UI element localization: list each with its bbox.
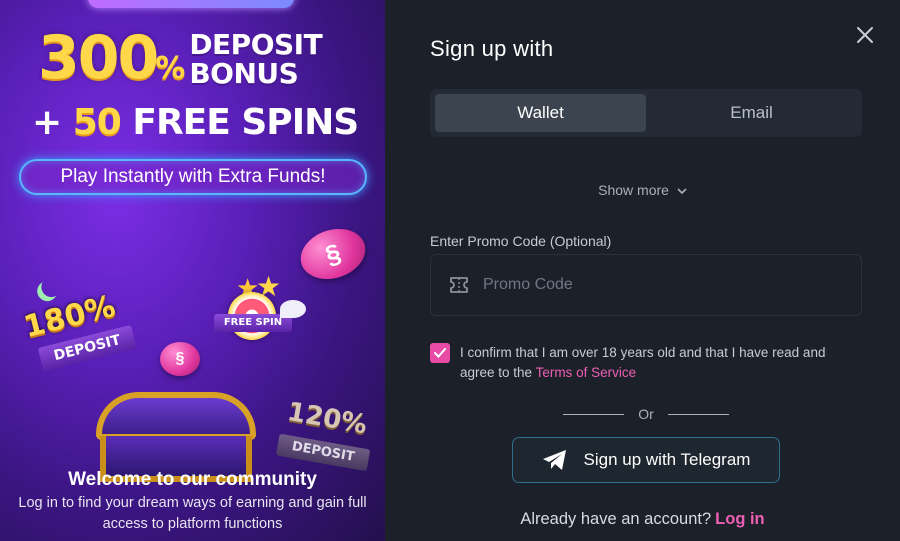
promo-deposit-bonus-text: DEPOSIT BONUS xyxy=(189,28,323,90)
checkmark-icon xyxy=(434,348,446,358)
tab-email[interactable]: Email xyxy=(646,94,857,132)
show-more-button[interactable]: Show more xyxy=(385,182,900,198)
promo-code-input[interactable] xyxy=(483,276,843,294)
ticket-icon xyxy=(450,277,468,293)
tab-wallet[interactable]: Wallet xyxy=(435,94,646,132)
promo-bonus-percent: % xyxy=(155,51,186,86)
login-link[interactable]: Log in xyxy=(715,510,764,528)
telegram-icon xyxy=(542,450,566,470)
promo-headline-spins: + 50 FREE SPINS xyxy=(32,102,359,143)
moon-icon xyxy=(39,275,63,299)
login-prompt: Already have an account? Log in xyxy=(520,510,765,528)
signup-method-tabs: Wallet Email xyxy=(430,89,862,137)
promo-top-tab xyxy=(88,0,294,8)
promo-headline-deposit: 300 % DEPOSIT BONUS xyxy=(38,23,323,93)
promo-banner: 300 % DEPOSIT BONUS + 50 FREE SPINS Play… xyxy=(0,0,385,541)
signup-title: Sign up with xyxy=(430,36,554,61)
badge-free-spin: ★ ★ FREE SPIN xyxy=(200,270,310,358)
welcome-subtitle: Log in to find your dream ways of earnin… xyxy=(18,495,367,532)
coin-logo-small-icon: § xyxy=(160,342,200,376)
terms-of-service-link[interactable]: Terms of Service xyxy=(536,365,637,380)
promo-code-label: Enter Promo Code (Optional) xyxy=(430,233,612,249)
terms-checkbox[interactable] xyxy=(430,343,450,363)
wing-icon xyxy=(280,300,306,318)
badge-180-deposit: 180% DEPOSIT xyxy=(8,273,149,399)
chevron-down-icon xyxy=(677,188,687,195)
signup-form-panel: Sign up with Wallet Email Show more Ente… xyxy=(385,0,900,541)
close-icon[interactable] xyxy=(854,24,876,46)
promo-bonus-number: 300 xyxy=(38,23,159,93)
terms-text: I confirm that I am over 18 years old an… xyxy=(460,345,826,380)
promo-code-field[interactable] xyxy=(430,254,862,316)
signup-telegram-button[interactable]: Sign up with Telegram xyxy=(512,437,780,483)
promo-cta-pill: Play Instantly with Extra Funds! xyxy=(19,159,367,195)
or-divider: Or xyxy=(563,406,729,422)
welcome-title: Welcome to our community xyxy=(68,469,317,490)
signup-modal: 300 % DEPOSIT BONUS + 50 FREE SPINS Play… xyxy=(0,0,900,541)
